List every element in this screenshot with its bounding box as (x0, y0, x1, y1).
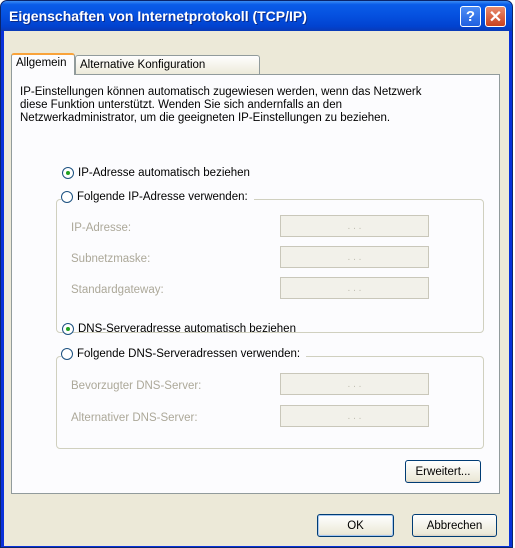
dns-auto-radio[interactable] (62, 323, 74, 335)
default-gateway-label: Standardgateway: (71, 284, 164, 296)
dns-auto-radio-option[interactable]: DNS-Serveradresse automatisch beziehen (62, 323, 296, 335)
default-gateway-field: . . . (280, 277, 429, 299)
subnet-mask-field: . . . (280, 246, 429, 268)
help-icon: ? (465, 8, 476, 25)
ip-manual-label: Folgende IP-Adresse verwenden: (77, 191, 248, 203)
dialog-client-area: Allgemein Alternative Konfiguration IP-E… (4, 31, 509, 546)
cancel-button[interactable]: Abbrechen (412, 514, 497, 537)
tab-allgemein[interactable]: Allgemein (11, 53, 75, 75)
preferred-dns-label: Bevorzugter DNS-Server: (71, 380, 202, 392)
subnet-mask-label: Subnetzmaske: (71, 253, 151, 265)
window-title: Eigenschaften von Internetprotokoll (TCP… (9, 8, 307, 24)
tab-alternative-konfiguration[interactable]: Alternative Konfiguration (75, 55, 260, 75)
ip-manual-radio-option[interactable]: Folgende IP-Adresse verwenden: (61, 191, 254, 203)
title-bar[interactable]: Eigenschaften von Internetprotokoll (TCP… (1, 1, 512, 31)
ip-address-field: . . . (280, 215, 429, 237)
ip-manual-radio[interactable] (61, 191, 73, 203)
preferred-dns-field: . . . (280, 373, 429, 395)
ip-auto-label: IP-Adresse automatisch beziehen (78, 167, 250, 179)
ok-button[interactable]: OK (317, 514, 394, 537)
alternate-dns-field: . . . (280, 405, 429, 427)
dns-manual-label: Folgende DNS-Serveradressen verwenden: (77, 348, 301, 360)
ip-auto-radio-option[interactable]: IP-Adresse automatisch beziehen (62, 167, 250, 179)
advanced-button[interactable]: Erweitert... (405, 460, 481, 483)
ip-address-label: IP-Adresse: (71, 222, 132, 234)
close-icon: ✕ (488, 8, 503, 26)
alternate-dns-label: Alternativer DNS-Server: (71, 412, 198, 424)
help-button[interactable]: ? (460, 6, 481, 27)
tcpip-properties-dialog: Eigenschaften von Internetprotokoll (TCP… (0, 0, 513, 548)
close-button[interactable]: ✕ (485, 6, 506, 27)
ip-auto-radio[interactable] (62, 167, 74, 179)
dns-auto-label: DNS-Serveradresse automatisch beziehen (78, 323, 296, 335)
intro-text: IP-Einstellungen können automatisch zuge… (20, 86, 422, 124)
dns-manual-group (56, 356, 484, 449)
dns-manual-radio-option[interactable]: Folgende DNS-Serveradressen verwenden: (61, 348, 307, 360)
dns-manual-radio[interactable] (61, 348, 73, 360)
